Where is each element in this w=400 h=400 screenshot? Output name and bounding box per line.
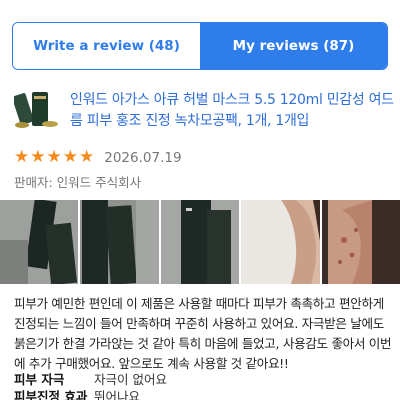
review-photo[interactable] xyxy=(321,200,400,284)
review-rating: ★ ★ ★ ★ ★ 2026.07.19 xyxy=(14,149,182,166)
tab-write-review[interactable]: Write a review (48) xyxy=(13,23,200,69)
review-photo[interactable] xyxy=(80,200,159,284)
star-icon: ★ xyxy=(46,147,62,167)
review-body: 피부가 예민한 편인데 이 제품은 사용할 때마다 피부가 촉촉하고 편안하게 … xyxy=(14,296,392,371)
star-icon: ★ xyxy=(14,147,30,167)
review-photo[interactable] xyxy=(241,200,320,284)
review-date: 2026.07.19 xyxy=(104,149,182,166)
tab-my-reviews[interactable]: My reviews (87) xyxy=(200,23,387,69)
star-icon: ★ xyxy=(62,147,78,167)
star-icon: ★ xyxy=(79,147,95,167)
attribute-value: 뛰어나요 xyxy=(94,389,141,400)
review-photo[interactable] xyxy=(0,200,79,284)
review-photo[interactable] xyxy=(160,200,240,284)
review-photos xyxy=(0,200,400,284)
review-attributes: 피부 자극 자극이 없어요 피부진정 효과 뛰어나요 xyxy=(14,370,394,400)
product-thumbnail[interactable] xyxy=(12,90,58,130)
attribute-label: 피부진정 효과 xyxy=(14,389,88,400)
seller-info: 판매자: 인워드 주식회사 xyxy=(14,175,142,190)
attribute-row: 피부 자극 자극이 없어요 xyxy=(14,370,394,387)
product-name-link[interactable]: 인워드 아가스 아큐 허벌 마스크 5.5 120ml 민감성 여드름 피부 홍… xyxy=(70,90,400,132)
star-rating: ★ ★ ★ ★ ★ xyxy=(14,149,94,166)
review-tabs: Write a review (48) My reviews (87) xyxy=(12,22,388,70)
product-summary[interactable]: 인워드 아가스 아큐 허벌 마스크 5.5 120ml 민감성 여드름 피부 홍… xyxy=(12,90,394,134)
star-icon: ★ xyxy=(30,147,46,167)
attribute-row: 피부진정 효과 뛰어나요 xyxy=(14,387,394,400)
